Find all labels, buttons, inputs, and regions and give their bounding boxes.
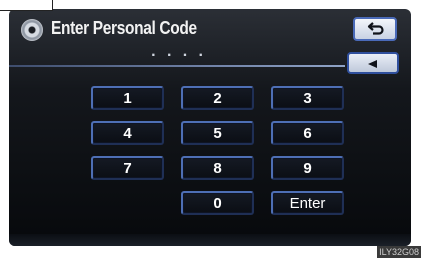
- key-7[interactable]: 7: [91, 156, 164, 180]
- key-8[interactable]: 8: [181, 156, 254, 180]
- back-button[interactable]: [353, 17, 397, 41]
- key-0[interactable]: 0: [181, 191, 254, 215]
- figure-code: ILY32G08: [377, 246, 421, 258]
- page-title: Enter Personal Code: [51, 18, 197, 38]
- key-9[interactable]: 9: [271, 156, 344, 180]
- code-divider: [9, 65, 345, 67]
- enter-button[interactable]: Enter: [271, 191, 344, 215]
- left-triangle-icon: [368, 60, 377, 68]
- key-4[interactable]: 4: [91, 121, 164, 145]
- key-6[interactable]: 6: [271, 121, 344, 145]
- key-5[interactable]: 5: [181, 121, 254, 145]
- keypad: 1 2 3 4 5 6 7 8 9 0 Enter: [91, 86, 344, 215]
- key-2[interactable]: 2: [181, 86, 254, 110]
- navigation-screen: Enter Personal Code · · · · 1 2 3 4 5 6 …: [9, 9, 411, 246]
- screen-footer: [9, 234, 411, 246]
- key-3[interactable]: 3: [271, 86, 344, 110]
- keypad-empty-slot: [91, 191, 164, 215]
- disc-icon: [21, 19, 43, 41]
- delete-button[interactable]: [347, 52, 399, 74]
- code-display: · · · ·: [151, 47, 207, 64]
- page-corner-tab: [0, 0, 53, 11]
- back-arrow-icon: [367, 22, 384, 35]
- key-1[interactable]: 1: [91, 86, 164, 110]
